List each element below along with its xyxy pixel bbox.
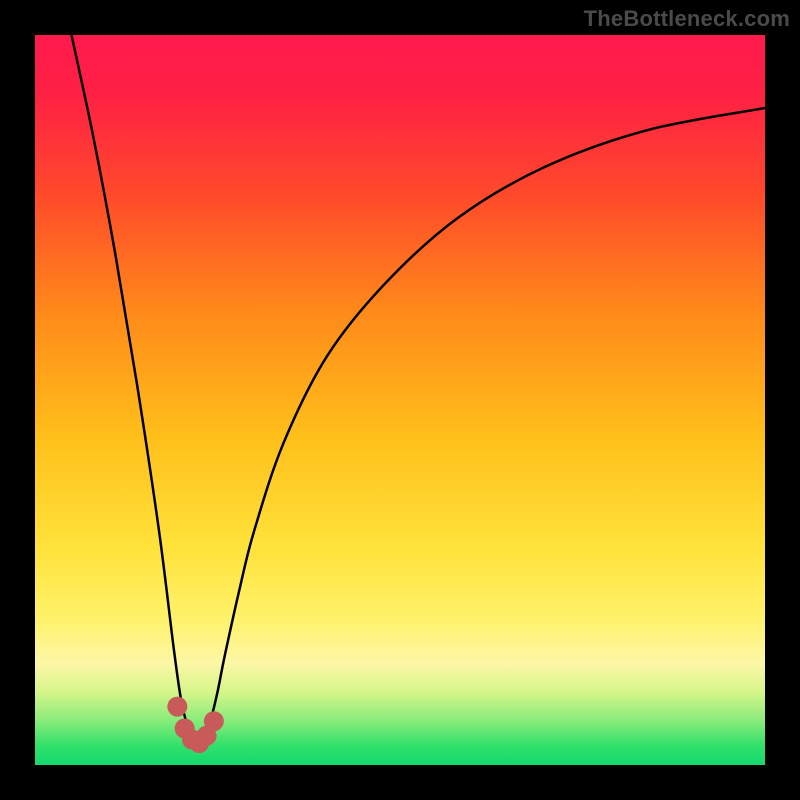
plot-area xyxy=(35,35,765,765)
bottleneck-curve xyxy=(72,35,766,743)
curve-layer xyxy=(35,35,765,765)
attribution-text: TheBottleneck.com xyxy=(584,6,790,32)
marker-dot xyxy=(204,711,224,731)
chart-frame: TheBottleneck.com xyxy=(0,0,800,800)
marker-dot xyxy=(167,697,187,717)
